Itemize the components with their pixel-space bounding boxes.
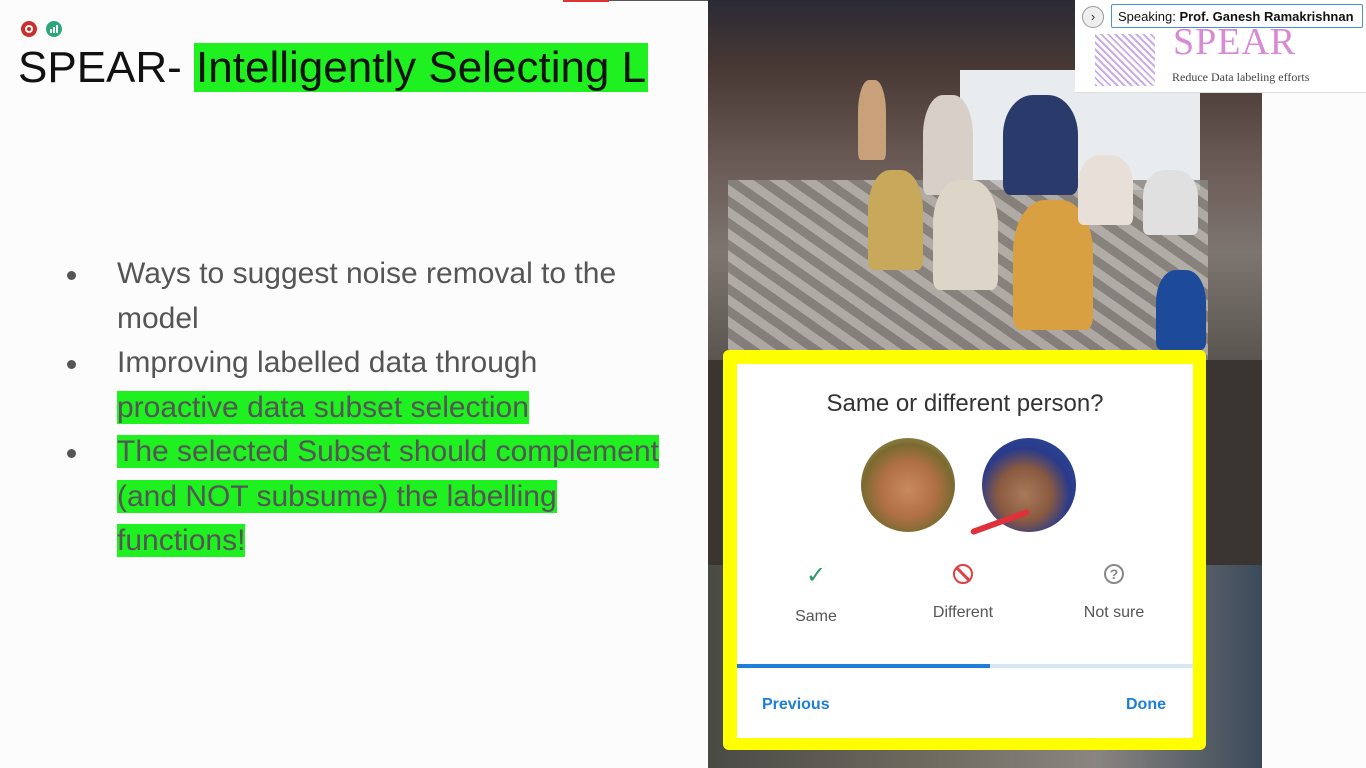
bullet-dot bbox=[67, 449, 76, 458]
previous-button[interactable]: Previous bbox=[762, 696, 830, 714]
spear-cube-logo-icon bbox=[1095, 34, 1155, 86]
slide-title-plain: SPEAR- bbox=[18, 43, 195, 92]
not-sure-label: Not sure bbox=[1083, 604, 1145, 621]
dialog-title: Same or different person? bbox=[826, 390, 1104, 417]
bullet-dot bbox=[67, 271, 76, 280]
face-thumbnail-left bbox=[861, 438, 955, 532]
not-sure-button[interactable]: ? Not sure bbox=[1054, 564, 1174, 622]
bullet-list: Ways to suggest noise removal to the mod… bbox=[60, 252, 660, 564]
progress-fill bbox=[737, 664, 991, 668]
spear-logo: SPEAR bbox=[1173, 21, 1297, 63]
different-button[interactable]: Different bbox=[903, 564, 1023, 622]
bullet-highlight: The selected Subset should complement (a… bbox=[117, 435, 659, 557]
different-label: Different bbox=[932, 604, 994, 621]
bullet-text: Ways to suggest noise removal to the mod… bbox=[117, 257, 617, 335]
top-accent-bar bbox=[563, 0, 609, 2]
bullet-item: Improving labelled data through proactiv… bbox=[60, 341, 660, 430]
bullet-item: The selected Subset should complement (a… bbox=[60, 430, 660, 564]
bullet-highlight: proactive data subset selection bbox=[117, 390, 529, 424]
same-button[interactable]: ✓ Same bbox=[756, 564, 876, 626]
face-thumbnail-right bbox=[982, 438, 1076, 532]
face-compare-dialog: Same or different person? ✓ Same Differe… bbox=[737, 364, 1193, 738]
speaker-prefix: Speaking: bbox=[1118, 9, 1180, 24]
stats-icon[interactable] bbox=[46, 21, 62, 37]
record-icon[interactable] bbox=[21, 21, 37, 37]
ban-icon bbox=[953, 564, 973, 584]
bullet-dot bbox=[67, 360, 76, 369]
progress-bar bbox=[737, 664, 1193, 668]
check-icon: ✓ bbox=[805, 562, 827, 589]
slide-title: SPEAR- Intelligently Selecting L bbox=[18, 38, 649, 98]
question-icon: ? bbox=[1104, 564, 1124, 584]
same-label: Same bbox=[795, 608, 837, 625]
bullet-text: Improving labelled data through bbox=[117, 346, 538, 379]
chevron-right-icon[interactable]: › bbox=[1082, 6, 1104, 28]
done-button[interactable]: Done bbox=[1126, 696, 1166, 714]
speaker-panel: › Speaking: Prof. Ganesh Ramakrishnan SP… bbox=[1075, 0, 1366, 93]
spear-tagline: Reduce Data labeling efforts bbox=[1172, 70, 1310, 84]
bullet-item: Ways to suggest noise removal to the mod… bbox=[60, 252, 660, 341]
slide-title-highlight: Intelligently Selecting L bbox=[194, 43, 649, 92]
